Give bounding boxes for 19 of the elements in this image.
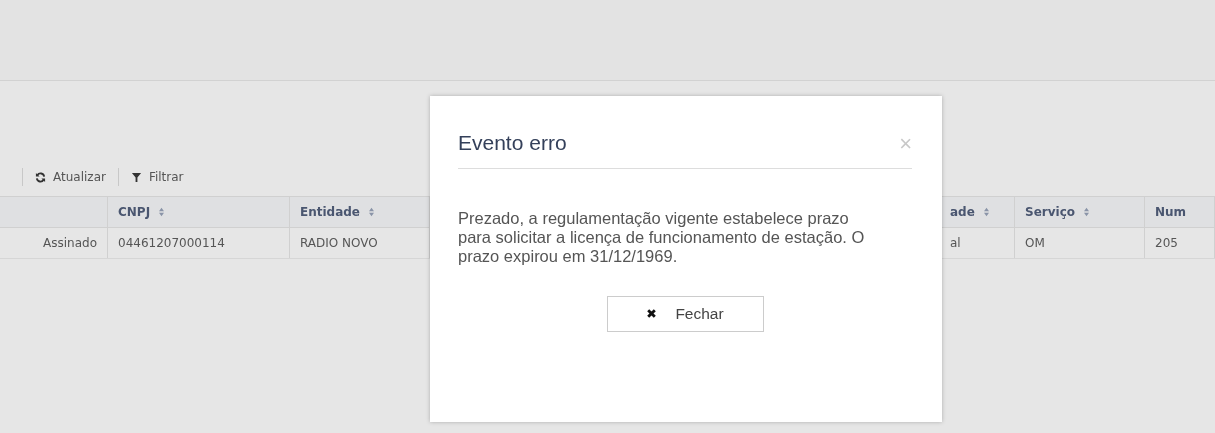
sort-icon	[1083, 207, 1090, 217]
toolbar-button[interactable]: Filtrar	[130, 170, 184, 184]
toolbar-button[interactable]: Atualizar	[35, 170, 106, 184]
sort-icon	[368, 207, 375, 217]
table-cell: 205	[1145, 228, 1215, 258]
table-cell: OM	[1015, 228, 1145, 258]
close-dialog-button[interactable]: Fechar	[606, 295, 764, 332]
refresh-icon	[35, 171, 46, 183]
dialog-message: Prezado, a regulamentação vigente estabelece prazo para solicitar a licença de funcionamento de estação. O prazo expirou em 31/12/1969.	[458, 209, 866, 266]
close-icon	[646, 308, 658, 320]
column-header[interactable]: Num	[1145, 197, 1215, 227]
sort-icon	[158, 207, 166, 217]
column-header[interactable]: CNPJ	[108, 197, 290, 227]
table-cell: Assinado	[0, 228, 108, 258]
sort-icon	[982, 207, 990, 217]
column-header[interactable]: Serviço	[1015, 197, 1145, 227]
table-cell: 04461207000114	[108, 228, 290, 258]
filter-icon	[130, 171, 142, 183]
dialog-title: Evento erro	[458, 131, 567, 155]
